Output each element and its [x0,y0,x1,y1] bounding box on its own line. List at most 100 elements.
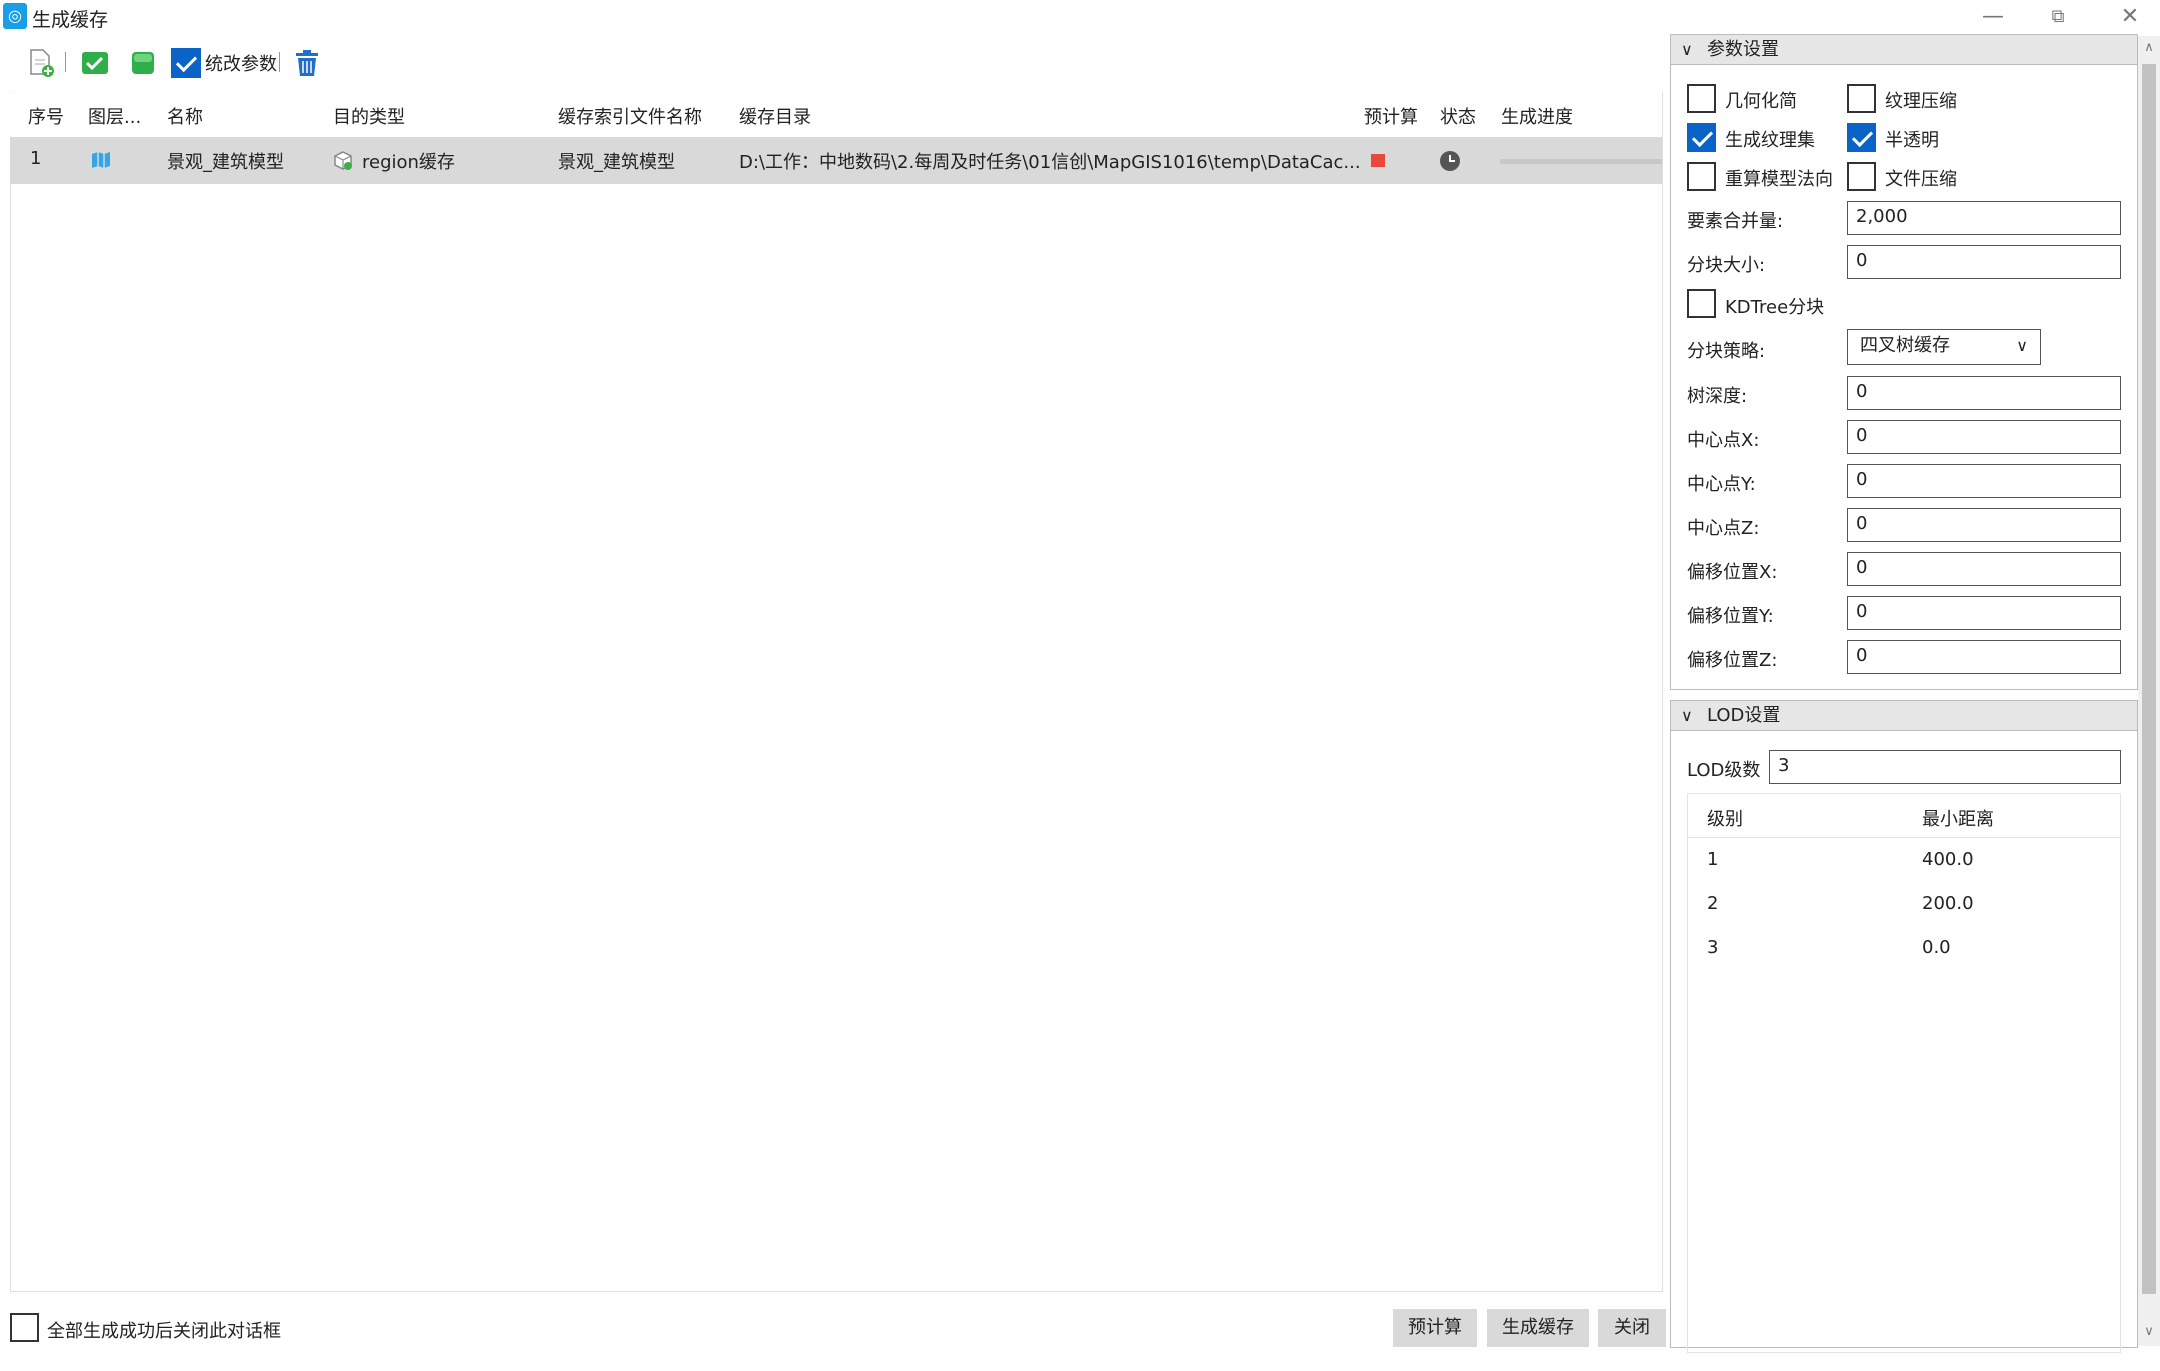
texture-atlas-label: 生成纹理集 [1725,130,1815,151]
lod-panel-title: LOD设置 [1707,705,1781,726]
row-index-file: 景观_建筑模型 [558,152,675,173]
merge-count-label: 要素合并量: [1687,211,1784,232]
col-header-status[interactable]: 状态 [1440,103,1476,129]
translucent-label: 半透明 [1885,130,1939,151]
simplify-geometry-checkbox[interactable] [1687,84,1716,113]
right-scrollbar[interactable]: ∧ ∨ [2138,36,2160,1346]
kdtree-checkbox[interactable] [1687,289,1716,318]
lod-levels-label: LOD级数 [1687,760,1761,781]
recompute-normals-checkbox[interactable] [1687,162,1716,191]
col-header-index-file[interactable]: 缓存索引文件名称 [558,103,702,129]
col-header-index[interactable]: 序号 [28,103,64,129]
scroll-up-icon[interactable]: ∧ [2138,40,2160,55]
offset-y-input[interactable]: 0 [1847,596,2121,630]
precompute-button[interactable]: 预计算 [1393,1309,1477,1347]
lod-min-distance[interactable]: 0.0 [1922,937,1951,958]
generate-cache-button[interactable]: 生成缓存 [1487,1309,1589,1347]
lod-col-level[interactable]: 级别 [1707,805,1743,831]
scrollbar-thumb[interactable] [2142,64,2156,1294]
lod-min-distance[interactable]: 400.0 [1922,849,1974,870]
row-name: 景观_建筑模型 [167,152,284,173]
layer-icon [92,152,110,168]
scroll-down-icon[interactable]: ∨ [2138,1324,2160,1339]
toolbar: 统改参数 [20,40,1656,84]
toolbar-divider [279,52,280,72]
offset-y-label: 偏移位置Y: [1687,606,1774,627]
tile-strategy-select[interactable]: 四叉树缓存 ∨ [1847,329,2041,365]
region-cache-icon [334,151,352,170]
params-panel: ∨ 参数设置 几何化简 纹理压缩 生成纹理集 半透明 重算模型法向 文件压缩 要… [1670,34,2138,690]
table-row[interactable]: 1 景观_建筑模型 region缓存 景观_建筑模型 D:\工作：中地数码\2.… [10,137,1662,184]
translucent-checkbox[interactable] [1847,123,1876,152]
offset-x-input[interactable]: 0 [1847,552,2121,586]
lod-min-distance[interactable]: 200.0 [1922,893,1974,914]
center-x-input[interactable]: 0 [1847,420,2121,454]
texture-compress-label: 纹理压缩 [1885,91,1957,112]
texture-compress-checkbox[interactable] [1847,84,1876,113]
layer-green-icon[interactable] [128,48,158,78]
kdtree-label: KDTree分块 [1725,297,1825,318]
offset-z-input[interactable]: 0 [1847,640,2121,674]
tile-strategy-value: 四叉树缓存 [1860,335,1950,356]
row-index: 1 [30,148,42,169]
file-compress-label: 文件压缩 [1885,169,1957,190]
edit-params-label[interactable]: 统改参数 [205,50,277,76]
restore-button[interactable]: ⧉ [2038,2,2078,32]
col-header-target-type[interactable]: 目的类型 [333,103,405,129]
col-header-name[interactable]: 名称 [167,103,203,129]
close-after-checkbox[interactable] [10,1313,39,1342]
add-file-icon[interactable] [26,48,56,78]
close-window-button[interactable]: ✕ [2110,2,2150,32]
col-header-precompute[interactable]: 预计算 [1364,103,1418,129]
lod-table: 级别 最小距离 1 400.0 2 200.0 3 0.0 [1687,793,2121,1353]
center-y-label: 中心点Y: [1687,474,1756,495]
lod-table-header: 级别 最小距离 [1688,794,2120,838]
bottom-bar: 全部生成成功后关闭此对话框 预计算 生成缓存 关闭 [0,1300,1670,1350]
lod-panel-header[interactable]: ∨ LOD设置 [1671,701,2137,731]
delete-icon[interactable] [292,48,322,78]
lod-levels-input[interactable]: 3 [1769,750,2121,784]
texture-atlas-checkbox[interactable] [1687,123,1716,152]
chevron-down-icon: ∨ [2016,336,2028,355]
center-x-label: 中心点X: [1687,430,1760,451]
precompute-indicator [1371,154,1385,167]
row-target-type: region缓存 [362,152,455,173]
progress-bar [1500,159,1662,164]
title-bar: ◎ 生成缓存 — ⧉ ✕ [0,0,2160,34]
select-all-icon[interactable] [80,48,110,78]
close-after-label[interactable]: 全部生成成功后关闭此对话框 [47,1317,281,1343]
params-panel-title: 参数设置 [1707,39,1779,60]
tile-size-label: 分块大小: [1687,255,1766,276]
window-title: 生成缓存 [32,9,109,31]
table-row[interactable]: 3 0.0 [1688,926,2120,970]
clock-icon [1440,151,1460,171]
app-logo-icon: ◎ [3,3,27,29]
lod-level: 3 [1707,937,1719,958]
tree-depth-label: 树深度: [1687,386,1748,407]
offset-z-label: 偏移位置Z: [1687,650,1778,671]
minimize-button[interactable]: — [1973,2,2013,32]
tile-size-input[interactable]: 0 [1847,245,2121,279]
recompute-normals-label: 重算模型法向 [1725,169,1833,190]
merge-count-input[interactable]: 2,000 [1847,201,2121,235]
tile-strategy-label: 分块策略: [1687,341,1766,362]
params-panel-header[interactable]: ∨ 参数设置 [1671,35,2137,65]
toolbar-divider [65,52,66,72]
lod-col-min-distance[interactable]: 最小距离 [1922,805,1994,831]
col-header-cache-dir[interactable]: 缓存目录 [739,103,811,129]
offset-x-label: 偏移位置X: [1687,562,1778,583]
col-header-layer[interactable]: 图层... [88,103,141,129]
close-button[interactable]: 关闭 [1598,1309,1666,1347]
table-row[interactable]: 1 400.0 [1688,838,2120,882]
edit-params-checkbox[interactable] [171,48,201,78]
chevron-down-icon: ∨ [1681,706,1693,725]
file-compress-checkbox[interactable] [1847,162,1876,191]
cache-task-grid [10,92,1663,1292]
table-row[interactable]: 2 200.0 [1688,882,2120,926]
center-z-input[interactable]: 0 [1847,508,2121,542]
tree-depth-input[interactable]: 0 [1847,376,2121,410]
lod-level: 2 [1707,893,1719,914]
grid-header: 序号 图层... 名称 目的类型 缓存索引文件名称 缓存目录 预计算 状态 生成… [10,93,1662,136]
col-header-progress[interactable]: 生成进度 [1501,103,1573,129]
center-y-input[interactable]: 0 [1847,464,2121,498]
